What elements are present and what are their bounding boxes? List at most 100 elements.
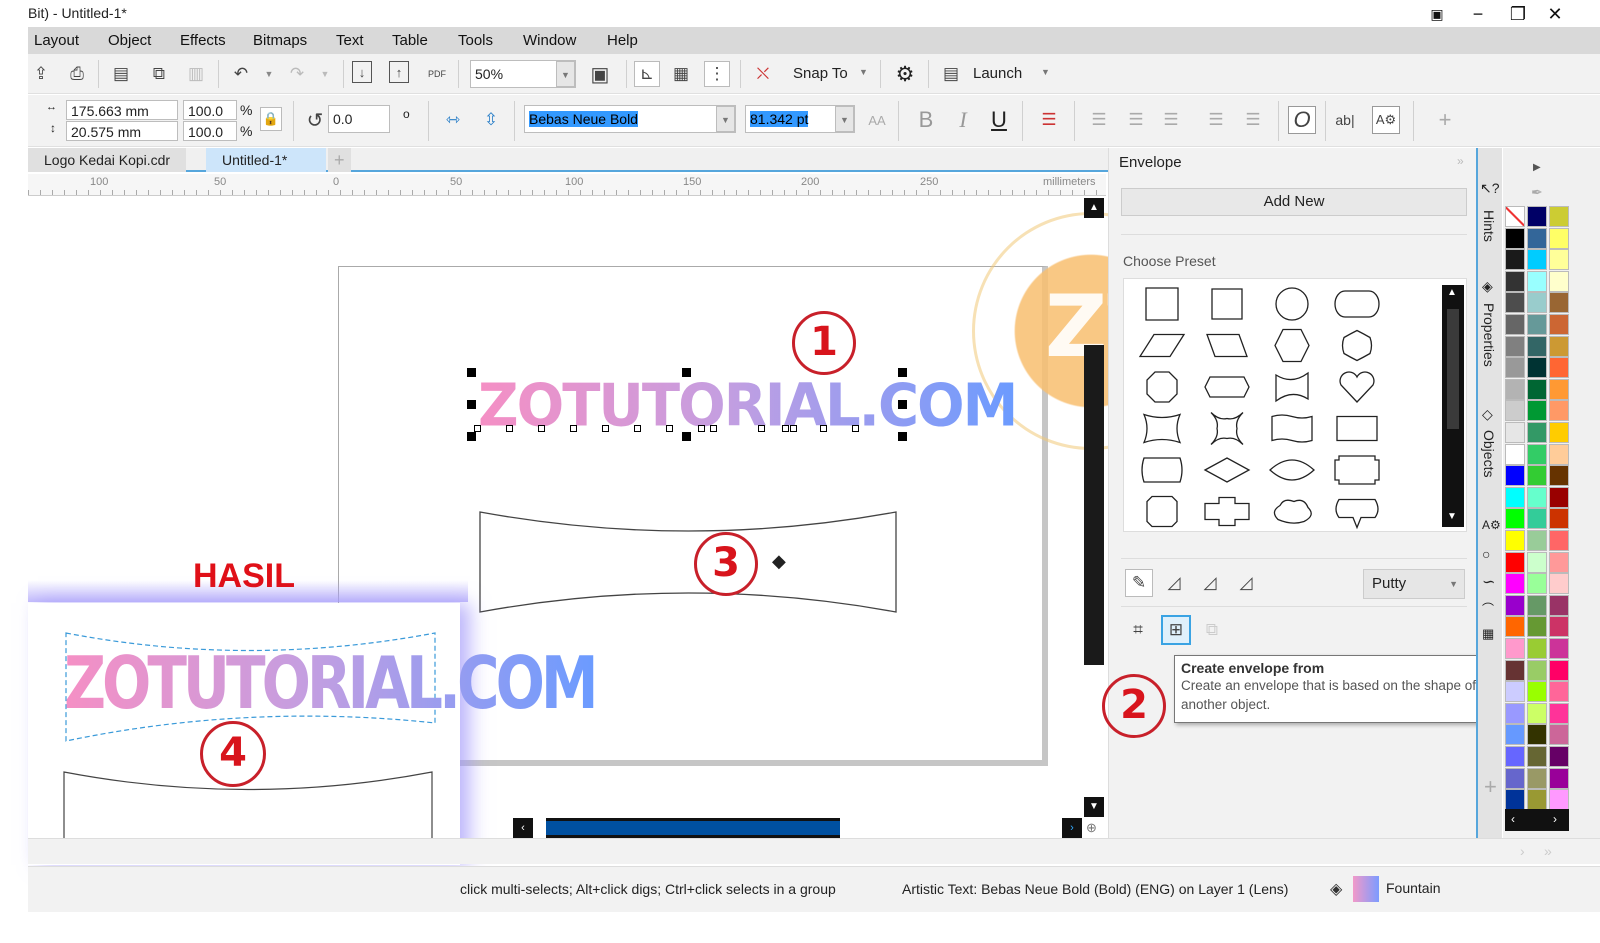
font-name-dropdown-icon[interactable]: ▼: [716, 106, 735, 132]
mirror-horizontal-icon[interactable]: ⇿: [440, 107, 466, 133]
undo-icon[interactable]: ↶: [228, 61, 254, 87]
color-swatch[interactable]: [1527, 702, 1547, 724]
menu-bitmaps[interactable]: Bitmaps: [253, 32, 307, 49]
color-swatch[interactable]: [1527, 335, 1547, 357]
color-swatch[interactable]: [1527, 551, 1547, 573]
color-swatch[interactable]: [1549, 227, 1569, 249]
text-node[interactable]: [666, 425, 673, 432]
snap-to-button[interactable]: Snap To: [793, 65, 848, 82]
selection-handle[interactable]: [898, 400, 907, 409]
menu-help[interactable]: Help: [607, 32, 638, 49]
indent-decrease-icon[interactable]: ☰: [1240, 107, 1266, 133]
transform-tab-icon[interactable]: ○: [1482, 546, 1490, 562]
color-swatch[interactable]: [1527, 789, 1547, 811]
preset-speech-bubble[interactable]: [1335, 498, 1379, 530]
menu-window[interactable]: Window: [523, 32, 576, 49]
preset-octagon-curve[interactable]: [1341, 329, 1373, 362]
object-height-field[interactable]: 20.575 mm: [66, 121, 178, 141]
create-envelope-from-icon[interactable]: ⊞: [1161, 615, 1191, 645]
color-swatch[interactable]: [1549, 249, 1569, 271]
color-swatch[interactable]: [1505, 465, 1525, 487]
color-swatch[interactable]: [1527, 422, 1547, 443]
preset-arrow-hexagon[interactable]: [1204, 376, 1250, 398]
color-swatch[interactable]: [1527, 249, 1547, 271]
color-swatch[interactable]: [1527, 767, 1547, 789]
color-swatch[interactable]: [1505, 746, 1525, 767]
color-swatch[interactable]: [1549, 767, 1569, 789]
envelope-straight-line-mode-icon[interactable]: ✎: [1125, 569, 1153, 597]
envelope-single-arc-mode-icon[interactable]: ◿: [1161, 570, 1187, 596]
scale-y-field[interactable]: 100.0: [183, 121, 237, 141]
scroll-right-button[interactable]: ›: [1062, 818, 1082, 838]
preset-flag[interactable]: [1275, 371, 1309, 403]
color-swatch[interactable]: [1505, 616, 1525, 638]
palette-scroll-right-icon[interactable]: ›: [1553, 812, 1557, 826]
color-swatch[interactable]: [1505, 227, 1525, 249]
add-preset-icon[interactable]: ⌗: [1125, 617, 1151, 643]
text-node[interactable]: [602, 425, 609, 432]
text-node[interactable]: [782, 425, 789, 432]
preset-rounded-rect[interactable]: [1334, 290, 1380, 318]
selection-handle[interactable]: [682, 368, 691, 377]
docker-collapse-icon[interactable]: »: [1457, 154, 1464, 168]
preset-ticket[interactable]: [1334, 455, 1380, 485]
eyedropper-icon[interactable]: ✒: [1531, 184, 1543, 201]
preset-scroll-thumb[interactable]: [1447, 309, 1459, 429]
color-swatch[interactable]: [1505, 530, 1525, 551]
color-swatch[interactable]: [1527, 616, 1547, 638]
color-swatch[interactable]: [1527, 530, 1547, 551]
launch-button[interactable]: Launch: [973, 65, 1022, 82]
show-rulers-icon[interactable]: ⊾: [634, 61, 660, 87]
numbered-list-icon[interactable]: ☰: [1123, 107, 1149, 133]
zoom-to-page-icon[interactable]: ▣: [587, 61, 613, 87]
color-swatch[interactable]: [1505, 314, 1525, 335]
envelope-tab-icon[interactable]: ⌒: [1482, 600, 1494, 617]
menu-table[interactable]: Table: [392, 32, 428, 49]
add-new-button[interactable]: Add New: [1121, 188, 1467, 216]
color-swatch[interactable]: [1549, 681, 1569, 703]
palette-flyout-icon[interactable]: ▶: [1533, 162, 1541, 173]
drop-cap-icon[interactable]: ☰: [1158, 107, 1184, 133]
preset-star-square[interactable]: [1210, 412, 1244, 445]
color-swatch[interactable]: [1549, 270, 1569, 292]
text-node[interactable]: [698, 425, 705, 432]
scale-x-field[interactable]: 100.0: [183, 100, 237, 120]
zoom-navigator-icon[interactable]: ⊕: [1086, 820, 1097, 836]
menu-layout[interactable]: Layout: [34, 32, 79, 49]
color-swatch[interactable]: [1549, 314, 1569, 335]
text-properties-tab-icon[interactable]: A⚙: [1482, 518, 1501, 532]
color-swatch[interactable]: [1549, 638, 1569, 659]
color-swatch[interactable]: [1549, 357, 1569, 379]
text-node[interactable]: [634, 425, 641, 432]
selection-handle[interactable]: [467, 400, 476, 409]
text-align-clear-icon[interactable]: ☰: [1036, 107, 1062, 133]
color-swatch[interactable]: [1527, 443, 1547, 465]
redo-dropdown-icon[interactable]: ▼: [312, 61, 338, 87]
print-icon[interactable]: ⎙: [64, 61, 90, 87]
color-swatch[interactable]: [1505, 681, 1525, 703]
color-swatch[interactable]: [1505, 335, 1525, 357]
new-tab-button[interactable]: +: [328, 148, 351, 172]
preset-plus-frame[interactable]: [1204, 496, 1250, 527]
color-swatch[interactable]: [1549, 292, 1569, 314]
tab-properties[interactable]: Properties: [1481, 303, 1497, 367]
selection-handle[interactable]: [467, 368, 476, 377]
color-swatch[interactable]: [1549, 486, 1569, 508]
color-swatch[interactable]: [1527, 573, 1547, 595]
color-palette-tab-icon[interactable]: ▦: [1482, 626, 1494, 642]
color-swatch[interactable]: [1527, 508, 1547, 530]
selection-handle[interactable]: [898, 368, 907, 377]
launch-icon[interactable]: ▤: [938, 61, 964, 87]
font-size-dropdown-icon[interactable]: ▼: [835, 106, 854, 132]
color-swatch[interactable]: [1527, 724, 1547, 746]
tab-logo-kedai-kopi[interactable]: Logo Kedai Kopi.cdr: [28, 148, 187, 172]
color-swatch[interactable]: [1549, 530, 1569, 551]
color-swatch[interactable]: [1527, 400, 1547, 422]
color-swatch[interactable]: [1505, 789, 1525, 811]
color-swatch[interactable]: [1527, 378, 1547, 400]
selection-handle[interactable]: [682, 432, 691, 441]
zoom-dropdown-icon[interactable]: ▼: [556, 61, 575, 87]
preset-heart[interactable]: [1339, 371, 1375, 403]
preset-wavy-rect[interactable]: [1271, 414, 1313, 443]
rotation-angle-field[interactable]: 0.0: [328, 105, 390, 133]
